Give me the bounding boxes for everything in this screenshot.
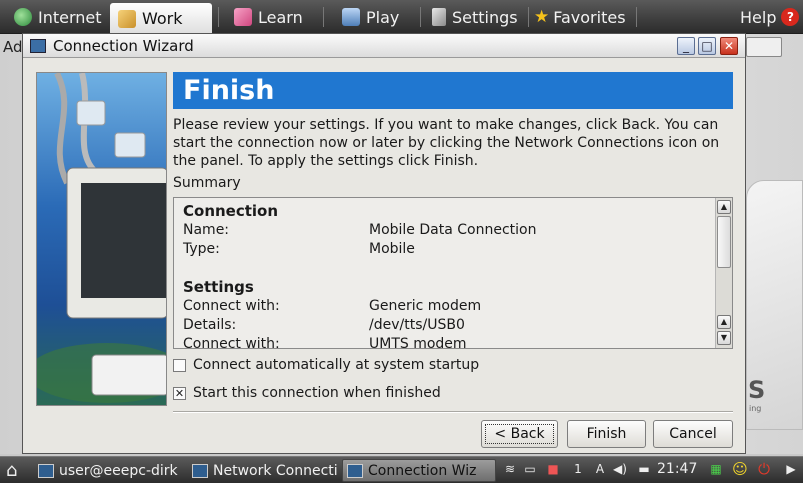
network-status-icon[interactable]: ■ (545, 461, 561, 477)
home-icon: ⌂ (6, 460, 18, 481)
battery-icon[interactable]: ▭ (522, 461, 538, 477)
tab-favorites[interactable]: ★ Favorites (526, 3, 636, 31)
name-key: Name: (183, 222, 230, 238)
page-title: Finish (173, 72, 733, 109)
scroll-down-arrow-icon[interactable]: ▼ (717, 331, 731, 345)
scroll-up-arrow-icon[interactable]: ▲ (717, 315, 731, 329)
power-icon[interactable]: ⏻ (756, 460, 772, 478)
help-icon: ? (781, 8, 800, 26)
tab-separator (420, 7, 421, 27)
drive-icon[interactable]: ▬ (636, 461, 652, 477)
task-connection-wizard[interactable]: Connection Wiz (342, 459, 496, 482)
tab-separator (323, 7, 324, 27)
tab-work-label: Work (142, 9, 183, 28)
wizard-side-image (36, 72, 167, 406)
keyboard-icon[interactable]: 1 (570, 461, 586, 477)
help-button[interactable]: Help ? (732, 3, 802, 31)
task-wizard-label: Connection Wiz (368, 462, 477, 479)
task-network-connections[interactable]: Network Connecti (192, 459, 338, 482)
details-value: /dev/tts/USB0 (369, 317, 465, 333)
tab-settings[interactable]: Settings (424, 3, 528, 31)
wrench-icon (432, 8, 446, 26)
auto-connect-checkbox[interactable] (173, 358, 186, 372)
task-terminal-label: user@eeepc-dirk (59, 462, 178, 479)
type-value: Mobile (369, 241, 415, 257)
input-method-icon[interactable]: A (592, 461, 608, 477)
close-button[interactable]: ✕ (720, 37, 738, 55)
start-connection-label: Start this connection when finished (193, 385, 441, 401)
connection-heading: Connection (183, 202, 279, 220)
cancel-button[interactable]: Cancel (653, 420, 733, 448)
task-network-label: Network Connecti (213, 462, 338, 479)
settings-heading: Settings (183, 278, 254, 296)
computer-cables-illustration (37, 73, 166, 403)
start-connection-checkbox[interactable]: ✕ (173, 386, 186, 400)
top-launcher-bar: Internet Work Learn Play Settings ★ Favo… (0, 0, 803, 34)
window-titlebar[interactable]: Connection Wizard _ □ ✕ (23, 34, 745, 58)
button-separator (173, 411, 733, 413)
details-key: Details: (183, 317, 237, 333)
taskbar: ⌂ user@eeepc-dirk Network Connecti Conne… (0, 456, 803, 483)
briefcase-icon (118, 9, 136, 28)
summary-label: Summary (173, 175, 241, 191)
minimize-button[interactable]: _ (677, 37, 695, 55)
auto-connect-option[interactable]: Connect automatically at system startup (173, 357, 479, 373)
star-icon: ★ (534, 7, 550, 27)
tab-internet-label: Internet (38, 7, 102, 27)
connect-with-key: Connect with: (183, 298, 280, 314)
smiley-icon[interactable]: ☺ (732, 460, 748, 478)
type-key: Type: (183, 241, 220, 257)
auto-connect-label: Connect automatically at system startup (193, 357, 480, 373)
wifi-icon[interactable]: ≋ (502, 461, 518, 477)
tab-internet[interactable]: Internet (6, 3, 106, 31)
connection-wizard-window: Connection Wizard _ □ ✕ Finish Please re… (22, 33, 746, 454)
arrow-right-icon[interactable]: ▶ (783, 461, 799, 477)
start-connection-option[interactable]: ✕ Start this connection when finished (173, 385, 441, 401)
home-button[interactable]: ⌂ (6, 459, 32, 482)
connect-with-key-2: Connect with: (183, 336, 280, 349)
background-brand-fragment: S (748, 376, 766, 404)
tab-work[interactable]: Work (110, 3, 212, 34)
terminal-icon (38, 463, 54, 478)
connect-with-value: Generic modem (369, 298, 482, 314)
network-window-icon (30, 38, 46, 53)
gamepad-icon (342, 8, 360, 26)
volume-icon[interactable]: ◀) (612, 461, 628, 477)
tab-play-label: Play (366, 7, 400, 27)
summary-panel[interactable]: Connection Name: Mobile Data Connection … (173, 197, 733, 349)
tab-learn-label: Learn (258, 7, 303, 27)
globe-icon (14, 8, 32, 26)
tab-favorites-label: Favorites (553, 7, 626, 27)
tab-learn[interactable]: Learn (226, 3, 318, 31)
tab-separator (636, 7, 637, 27)
connect-with-value-2: UMTS modem (369, 336, 467, 349)
maximize-button[interactable]: □ (698, 37, 716, 55)
background-brand-subtext: ing (749, 404, 762, 413)
name-value: Mobile Data Connection (369, 222, 537, 238)
background-address-label: Ad (3, 38, 23, 56)
scroll-thumb[interactable] (717, 216, 731, 268)
tab-settings-label: Settings (452, 7, 518, 27)
back-button[interactable]: < Back (481, 420, 558, 448)
summary-scrollbar[interactable]: ▲ ▲ ▼ (715, 198, 732, 348)
finish-button[interactable]: Finish (567, 420, 646, 448)
apps-grid-icon[interactable]: ▦ (708, 461, 724, 477)
clock[interactable]: 21:47 (657, 461, 697, 477)
help-label: Help (740, 7, 777, 27)
window-title: Connection Wizard (53, 36, 194, 55)
tab-separator (218, 7, 219, 27)
scroll-up-arrow-icon[interactable]: ▲ (717, 200, 731, 214)
network-icon (347, 463, 363, 478)
background-input (746, 37, 782, 57)
tab-play[interactable]: Play (334, 3, 414, 31)
network-icon (192, 463, 208, 478)
description-text: Please review your settings. If you want… (173, 117, 720, 169)
task-terminal[interactable]: user@eeepc-dirk (38, 459, 186, 482)
book-icon (234, 8, 252, 26)
